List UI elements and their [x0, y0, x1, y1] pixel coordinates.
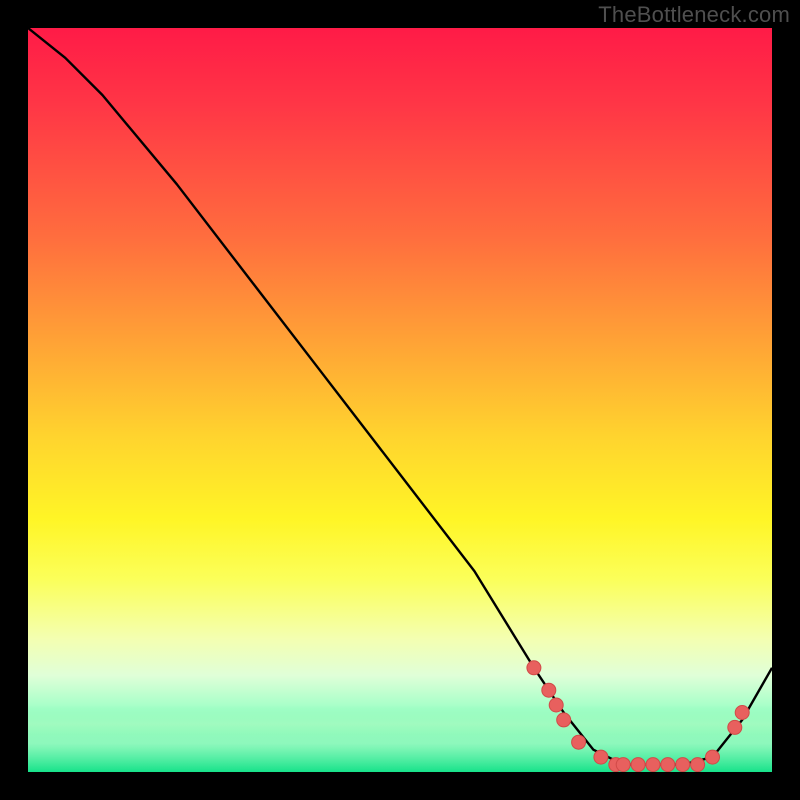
data-point: [557, 713, 571, 727]
plot-area: [28, 28, 772, 772]
data-point: [542, 683, 556, 697]
data-point: [728, 720, 742, 734]
data-point: [646, 758, 660, 772]
watermark-text: TheBottleneck.com: [598, 2, 790, 28]
data-point: [594, 750, 608, 764]
data-point: [676, 758, 690, 772]
data-point: [527, 661, 541, 675]
data-point: [691, 758, 705, 772]
data-points: [527, 661, 749, 772]
data-point: [661, 758, 675, 772]
data-point: [616, 758, 630, 772]
chart-frame: TheBottleneck.com: [0, 0, 800, 800]
curve-svg: [28, 28, 772, 772]
data-point: [735, 706, 749, 720]
bottleneck-curve: [28, 28, 772, 765]
data-point: [706, 750, 720, 764]
data-point: [549, 698, 563, 712]
data-point: [631, 758, 645, 772]
data-point: [572, 735, 586, 749]
